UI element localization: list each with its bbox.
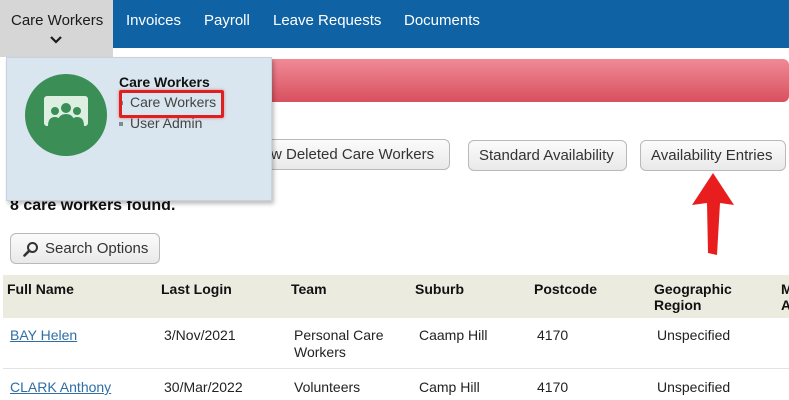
row-postcode: 4170 [537, 327, 569, 343]
row-last-login: 30/Mar/2022 [164, 379, 243, 395]
row-team: Volunteers [294, 379, 361, 395]
show-deleted-care-workers-button[interactable]: w Deleted Care Workers [244, 139, 450, 170]
row-divider [3, 368, 789, 369]
nav-item-care-workers-label: Care Workers [11, 12, 104, 29]
row-team-line1: Personal Care [294, 327, 384, 343]
nav-item-documents[interactable]: Documents [404, 12, 480, 29]
people-group-icon [44, 96, 88, 126]
nav-item-payroll[interactable]: Payroll [204, 12, 250, 29]
col-cut-off-line1: M [781, 281, 789, 297]
magnifier-icon [23, 242, 38, 257]
col-suburb[interactable]: Suburb [415, 281, 464, 297]
col-cut-off-line2: A [781, 297, 789, 313]
row-suburb: Caamp Hill [419, 327, 488, 343]
col-last-login[interactable]: Last Login [161, 281, 232, 297]
row-suburb: Camp Hill [419, 379, 480, 395]
col-geographic-region-line2: Region [654, 297, 702, 313]
alert-banner [262, 59, 789, 102]
col-full-name[interactable]: Full Name [7, 281, 74, 297]
dropdown-title: Care Workers [119, 74, 210, 90]
nav-item-care-workers[interactable]: Care Workers [0, 0, 113, 57]
col-team[interactable]: Team [291, 281, 327, 297]
care-workers-avatar [25, 74, 107, 156]
nav-item-leave-requests[interactable]: Leave Requests [273, 12, 381, 29]
col-geographic-region[interactable]: Geographic Region [654, 281, 732, 313]
row-name-link[interactable]: BAY Helen [10, 327, 77, 344]
row-team: Personal Care Workers [294, 327, 384, 361]
chevron-down-icon [50, 36, 62, 44]
nav-item-invoices[interactable]: Invoices [126, 12, 181, 29]
row-region: Unspecified [657, 327, 731, 343]
bullet-icon [119, 122, 123, 127]
highlight-box [119, 90, 224, 118]
search-options-button[interactable]: Search Options [10, 233, 160, 264]
annotation-arrow-icon [692, 173, 734, 255]
row-region: Unspecified [657, 379, 731, 395]
search-options-label: Search Options [45, 240, 149, 257]
row-team-line2: Workers [294, 344, 346, 360]
availability-entries-button[interactable]: Availability Entries [640, 140, 786, 171]
col-geographic-region-line1: Geographic [654, 281, 732, 297]
col-cut-off: M A [781, 281, 789, 313]
table-header: Full Name Last Login Team Suburb Postcod… [3, 275, 789, 318]
col-postcode[interactable]: Postcode [534, 281, 597, 297]
standard-availability-button[interactable]: Standard Availability [468, 140, 627, 171]
care-workers-dropdown: Care Workers Care Workers User Admin [6, 57, 272, 201]
row-last-login: 3/Nov/2021 [164, 327, 236, 343]
top-nav: Invoices Payroll Leave Requests Document… [0, 0, 789, 48]
row-name-link[interactable]: CLARK Anthony [10, 379, 111, 396]
row-postcode: 4170 [537, 379, 569, 395]
